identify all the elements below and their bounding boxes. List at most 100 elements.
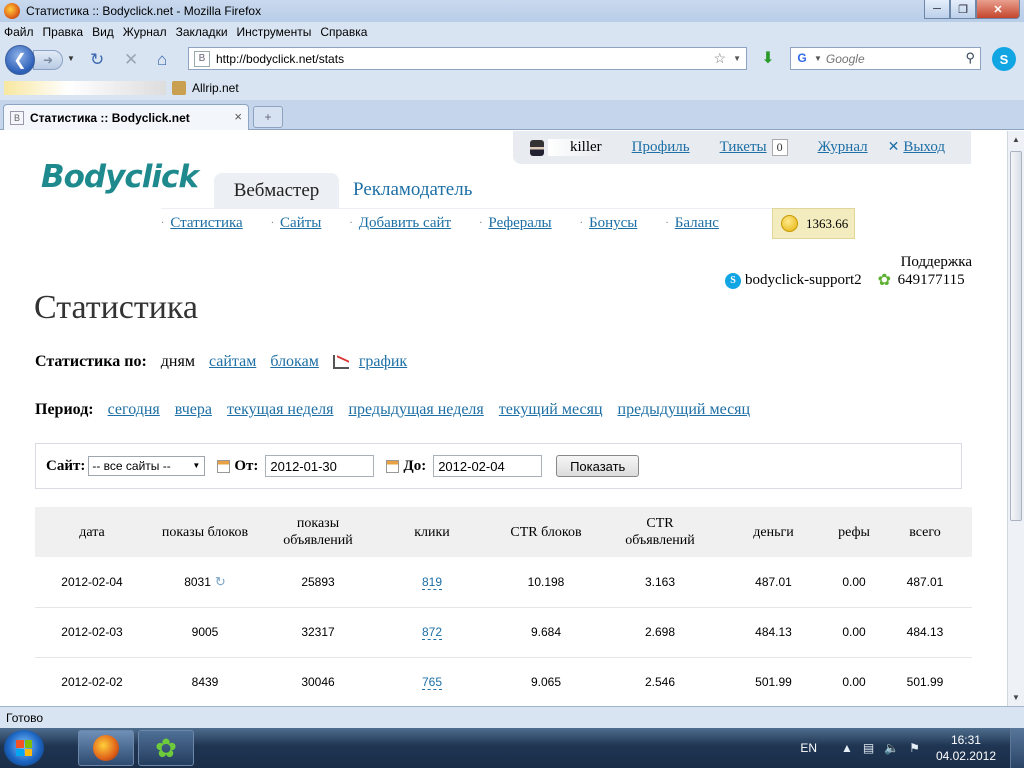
logout-icon[interactable]: ✕ xyxy=(888,139,900,156)
calendar-icon[interactable] xyxy=(386,459,400,473)
balance-box: 1363.66 xyxy=(772,208,855,239)
firefox-icon xyxy=(4,3,20,19)
cell-money: 484.13 xyxy=(717,607,830,658)
tab-favicon-icon: B xyxy=(10,110,24,125)
tray-expand-icon[interactable]: ▲ xyxy=(841,741,853,755)
stop-icon[interactable]: ✕ xyxy=(124,50,138,70)
language-indicator[interactable]: EN xyxy=(800,741,817,755)
period-last-month-link[interactable]: предыдущий месяц xyxy=(618,401,751,419)
menu-file[interactable]: Файл xyxy=(4,25,34,39)
start-button[interactable] xyxy=(4,730,44,766)
col-refs[interactable]: рефы xyxy=(830,507,878,557)
url-text[interactable]: http://bodyclick.net/stats xyxy=(216,52,344,66)
search-input[interactable] xyxy=(825,51,956,66)
skype-toolbar-icon[interactable]: S xyxy=(992,47,1016,71)
clock[interactable]: 16:31 04.02.2012 xyxy=(936,732,996,764)
tab-advertiser[interactable]: Рекламодатель xyxy=(353,179,472,208)
search-box[interactable]: G ▼ ⚲ xyxy=(790,47,981,70)
address-bar[interactable]: B http://bodyclick.net/stats ☆ ▼ xyxy=(188,47,747,70)
show-desktop-button[interactable] xyxy=(1010,728,1024,768)
taskbar-firefox[interactable] xyxy=(78,730,134,766)
nav-balance[interactable]: Баланс xyxy=(675,215,719,232)
refresh-icon[interactable]: ↻ xyxy=(215,574,226,590)
icq-icon: ✿ xyxy=(877,271,892,289)
window-controls: ─ ❐ ✕ xyxy=(924,0,1020,19)
bookmark-allrip[interactable]: Allrip.net xyxy=(172,81,239,95)
nav-dot: · xyxy=(579,218,583,229)
scroll-up-icon[interactable]: ▲ xyxy=(1008,131,1024,148)
period-today-link[interactable]: сегодня xyxy=(108,401,160,419)
scroll-down-icon[interactable]: ▼ xyxy=(1008,689,1024,706)
profile-link[interactable]: Профиль xyxy=(632,139,690,156)
period-last-week-link[interactable]: предыдущая неделя xyxy=(348,401,483,419)
journal-link[interactable]: Журнал xyxy=(818,139,868,156)
col-ctr-blocks[interactable]: CTR блоков xyxy=(489,507,603,557)
col-ctr-ads[interactable]: CTR объявлений xyxy=(603,507,717,557)
nav-statistics[interactable]: Статистика xyxy=(170,215,242,232)
col-money[interactable]: деньги xyxy=(717,507,830,557)
nav-sites[interactable]: Сайты xyxy=(280,215,321,232)
minimize-button[interactable]: ─ xyxy=(924,0,950,19)
menu-edit[interactable]: Правка xyxy=(43,25,84,39)
group-by-blocks-link[interactable]: блокам xyxy=(270,353,318,371)
nav-bonuses[interactable]: Бонусы xyxy=(589,215,637,232)
show-button[interactable]: Показать xyxy=(556,455,640,477)
menu-history[interactable]: Журнал xyxy=(123,25,167,39)
menu-help[interactable]: Справка xyxy=(320,25,367,39)
search-engine-dropdown-icon[interactable]: ▼ xyxy=(814,54,822,63)
col-ad-impressions[interactable]: показы объявлений xyxy=(261,507,375,557)
blurred-bookmark[interactable] xyxy=(4,81,166,95)
nav-referrals[interactable]: Рефералы xyxy=(488,215,551,232)
nav-add-site[interactable]: Добавить сайт xyxy=(359,215,451,232)
from-label: От: xyxy=(234,457,259,474)
period-yesterday-link[interactable]: вчера xyxy=(175,401,212,419)
restore-button[interactable]: ❐ xyxy=(950,0,976,19)
forward-button[interactable]: ➜ xyxy=(33,50,63,70)
browser-tab-active[interactable]: B Статистика :: Bodyclick.net × xyxy=(3,104,249,130)
tab-webmaster[interactable]: Вебмастер xyxy=(214,173,339,208)
clicks-link[interactable]: 819 xyxy=(421,574,443,590)
google-icon[interactable]: G xyxy=(794,51,810,67)
taskbar-icq[interactable]: ✿ xyxy=(138,730,194,766)
col-date[interactable]: дата xyxy=(35,507,149,557)
to-label: До: xyxy=(403,457,427,474)
date-to-input[interactable]: 2012-02-04 xyxy=(433,455,543,477)
close-tab-icon[interactable]: × xyxy=(234,109,242,124)
action-center-icon[interactable]: ⚑ xyxy=(909,741,920,755)
vertical-scrollbar[interactable]: ▲ ▼ xyxy=(1007,131,1024,706)
close-window-button[interactable]: ✕ xyxy=(976,0,1020,19)
col-total[interactable]: всего xyxy=(878,507,972,557)
menu-bookmarks[interactable]: Закладки xyxy=(176,25,228,39)
clicks-link[interactable]: 765 xyxy=(421,675,443,690)
group-by-sites-link[interactable]: сайтам xyxy=(209,353,256,371)
volume-icon[interactable]: 🔈 xyxy=(884,741,899,755)
clicks-link[interactable]: 872 xyxy=(421,625,443,640)
logout-link[interactable]: Выход xyxy=(903,139,945,156)
date-from-input[interactable]: 2012-01-30 xyxy=(265,455,375,477)
site-logo[interactable]: Bodyclick xyxy=(41,159,199,195)
cell-block-impressions: 8031 ↻ xyxy=(149,557,261,608)
period-this-week-link[interactable]: текущая неделя xyxy=(227,401,333,419)
home-icon[interactable]: ⌂ xyxy=(157,50,167,70)
download-icon[interactable]: ⬇ xyxy=(757,47,779,69)
scrollbar-thumb[interactable] xyxy=(1010,151,1022,521)
network-icon[interactable]: ▤ xyxy=(863,741,874,755)
calendar-icon[interactable] xyxy=(217,459,231,473)
tickets-link[interactable]: Тикеты xyxy=(720,139,767,156)
reload-icon[interactable]: ↻ xyxy=(90,50,104,70)
chart-link[interactable]: график xyxy=(359,353,407,371)
col-clicks[interactable]: клики xyxy=(375,507,489,557)
menu-tools[interactable]: Инструменты xyxy=(237,25,312,39)
period-this-month-link[interactable]: текущий месяц xyxy=(499,401,603,419)
new-tab-button[interactable]: + xyxy=(253,106,283,128)
history-dropdown-icon[interactable]: ▼ xyxy=(67,54,75,63)
menu-view[interactable]: Вид xyxy=(92,25,114,39)
col-block-impressions[interactable]: показы блоков xyxy=(149,507,261,557)
page-content: Bodyclick killer Профиль Тикеты 0 Журнал… xyxy=(0,131,1007,706)
site-select[interactable]: -- все сайты -- ▼ xyxy=(88,456,206,476)
back-button[interactable]: ❮ xyxy=(5,45,35,75)
cell-clicks: 765 xyxy=(375,657,489,706)
url-dropdown-icon[interactable]: ▼ xyxy=(733,54,741,63)
bookmark-star-icon[interactable]: ☆ xyxy=(713,50,726,67)
search-icon[interactable]: ⚲ xyxy=(965,50,975,66)
